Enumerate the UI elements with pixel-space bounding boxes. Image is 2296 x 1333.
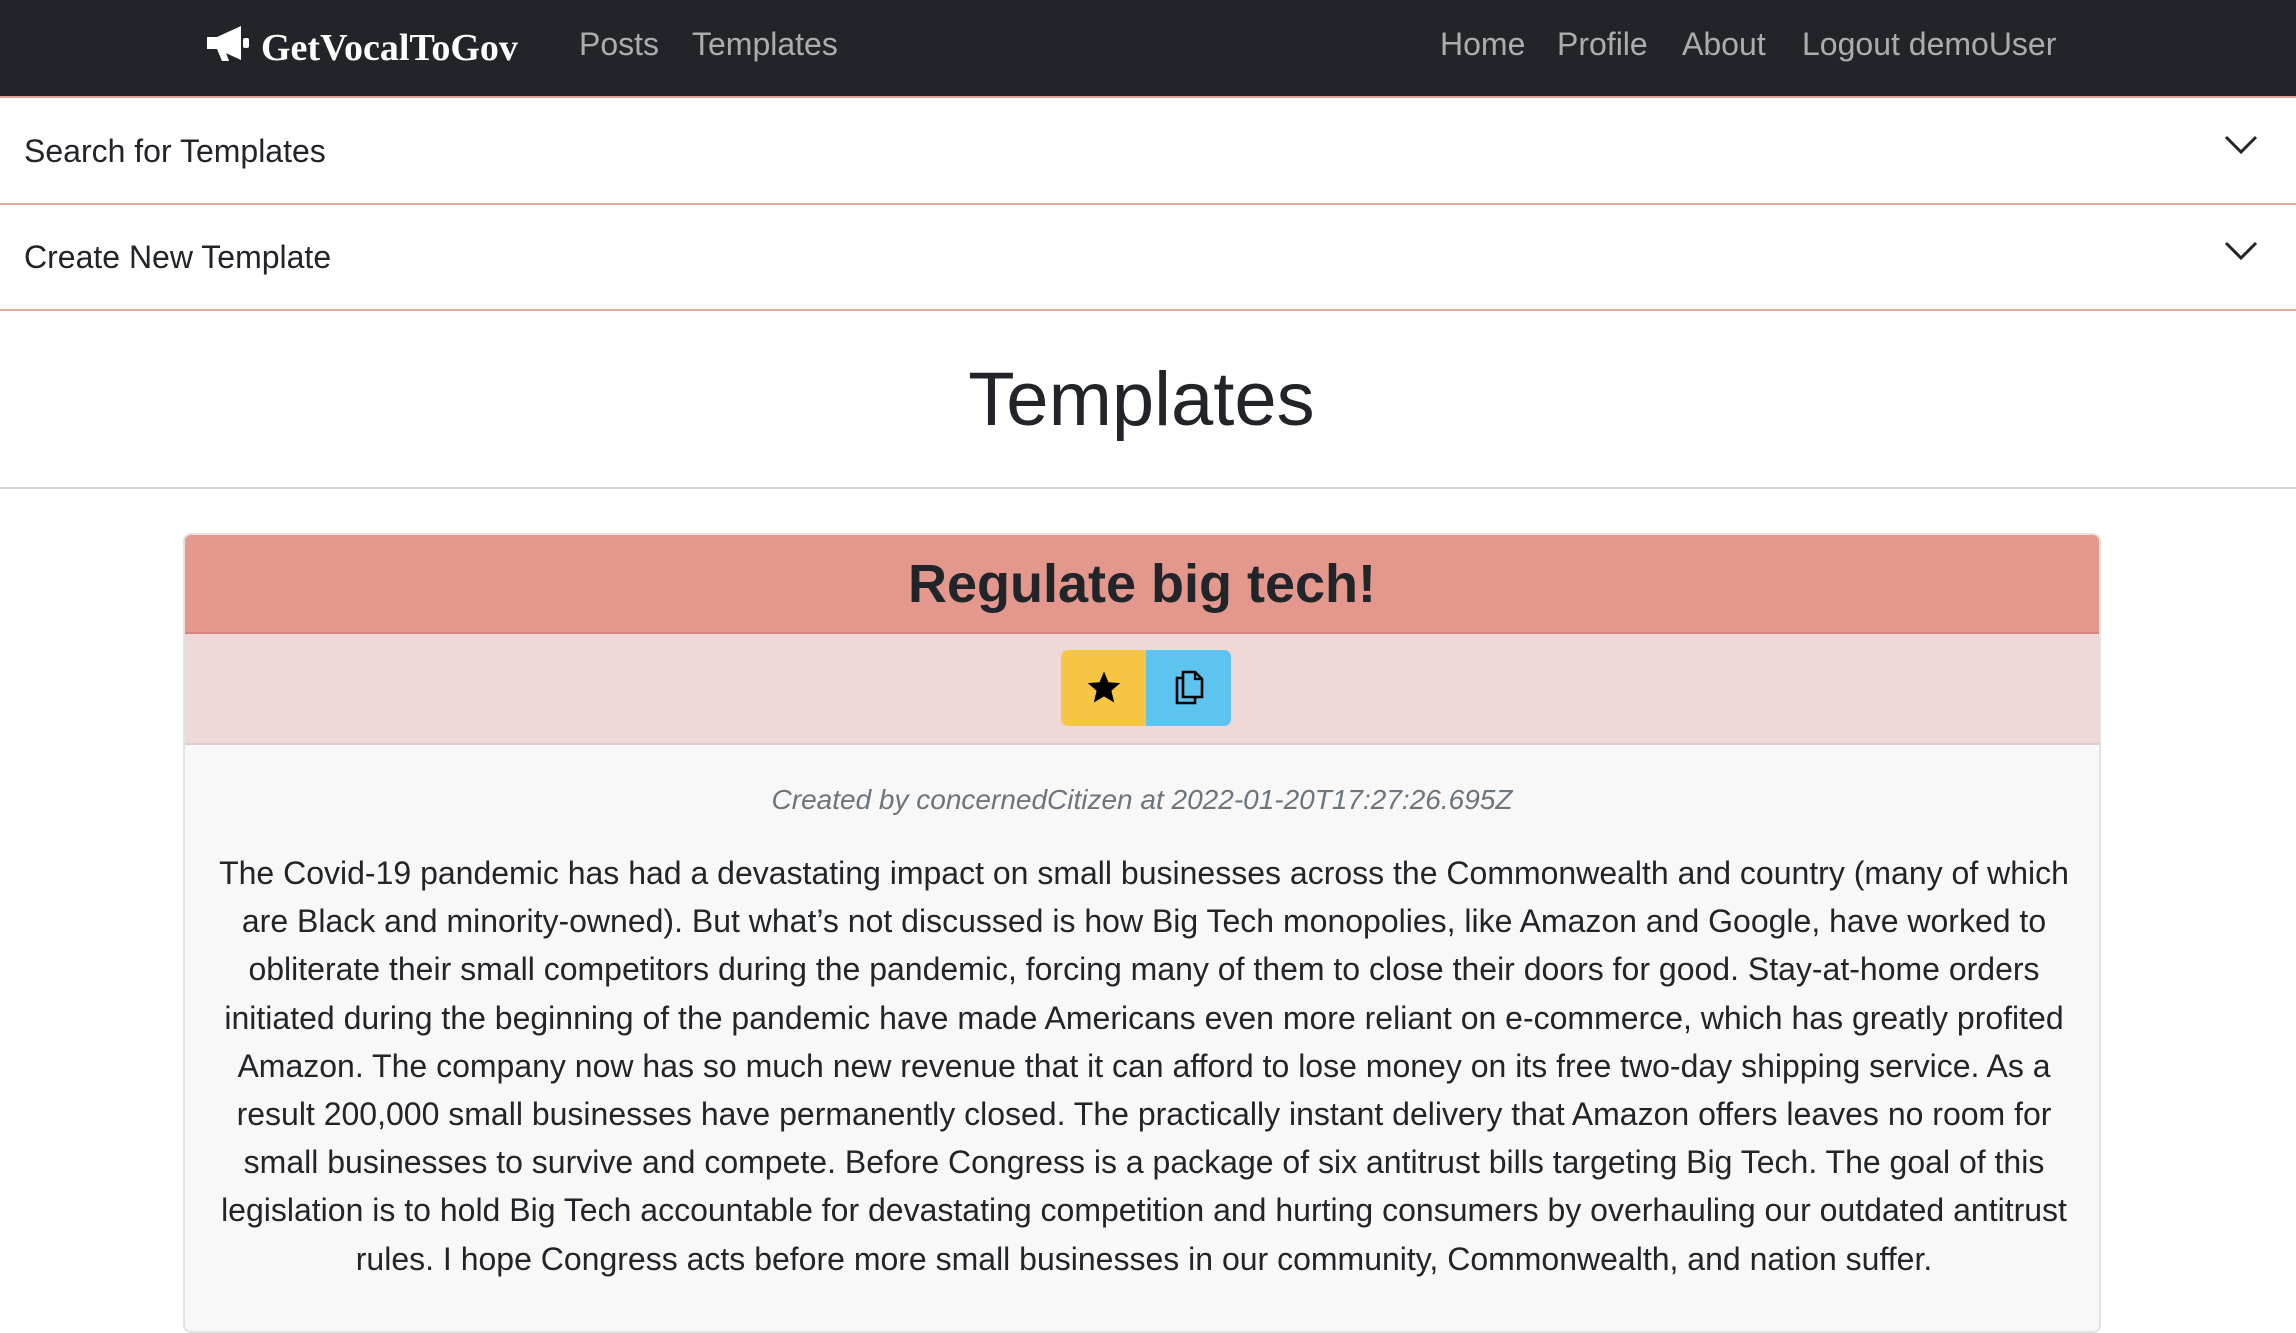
chevron-down-icon xyxy=(2224,135,2258,160)
copy-button[interactable] xyxy=(1146,650,1231,726)
template-meta: Created by concernedCitizen at 2022-01-2… xyxy=(771,784,1513,815)
copy-icon xyxy=(1173,669,1205,708)
template-title: Regulate big tech! xyxy=(907,554,1377,614)
create-template-label: Create New Template xyxy=(24,239,332,275)
template-actions xyxy=(185,634,2099,745)
page-title: Templates xyxy=(968,357,1315,442)
template-card: Regulate big tech! Created by concernedC… xyxy=(183,533,2101,1333)
megaphone-icon xyxy=(205,23,261,73)
template-button-group xyxy=(1061,650,1231,726)
brand-link[interactable]: GetVocalToGov xyxy=(205,18,518,78)
template-body: The Covid-19 pandemic has had a devastat… xyxy=(219,855,2069,1277)
favorite-button[interactable] xyxy=(1061,650,1146,726)
nav-about[interactable]: About xyxy=(1682,22,1766,66)
divider xyxy=(0,487,2296,489)
chevron-down-icon xyxy=(2224,241,2258,266)
star-icon xyxy=(1086,670,1122,707)
nav-profile[interactable]: Profile xyxy=(1557,22,1648,66)
nav-home[interactable]: Home xyxy=(1440,22,1525,66)
search-templates-accordion[interactable]: Search for Templates xyxy=(0,99,2296,205)
create-template-accordion[interactable]: Create New Template xyxy=(0,205,2296,311)
nav-templates[interactable]: Templates xyxy=(692,22,838,66)
navbar: GetVocalToGov Posts Templates Home Profi… xyxy=(0,0,2296,98)
brand-name: GetVocalToGov xyxy=(261,27,518,69)
nav-logout[interactable]: Logout demoUser xyxy=(1802,22,2056,66)
search-templates-label: Search for Templates xyxy=(24,133,326,169)
template-card-header: Regulate big tech! xyxy=(185,535,2099,634)
nav-posts[interactable]: Posts xyxy=(579,22,659,66)
